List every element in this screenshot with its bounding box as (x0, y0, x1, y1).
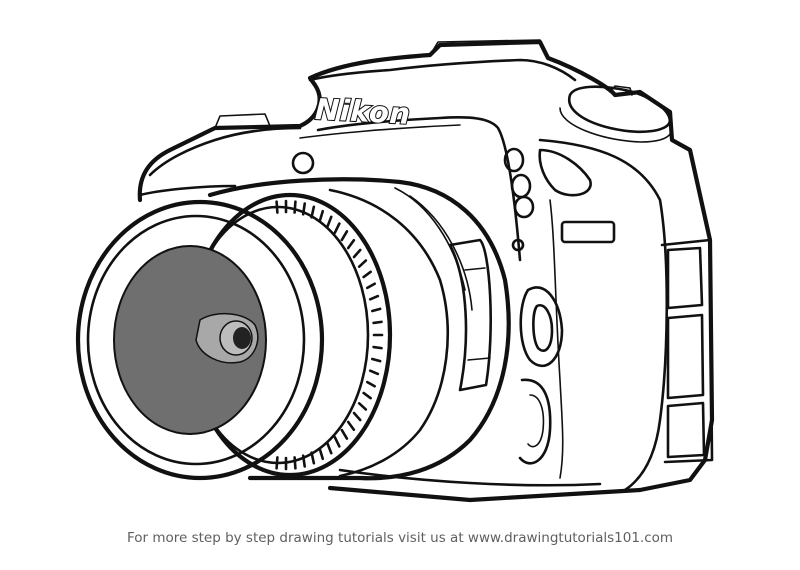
focus-ring-rib (362, 270, 372, 279)
focus-ring-rib (293, 200, 297, 214)
camera-brand-logo: Nikon (313, 91, 412, 132)
camera-drawing: Nikon (0, 0, 800, 566)
focus-ring-rib (366, 380, 376, 388)
af-assist-lamp (291, 151, 315, 175)
focus-ring-rib (333, 222, 341, 235)
focus-ring-rib (346, 420, 356, 432)
lens-aperture-core (233, 327, 251, 349)
left-shoulder (148, 126, 302, 177)
focus-ring-rib (371, 307, 382, 313)
focus-ring-rib (310, 451, 316, 465)
focus-ring-rib (357, 259, 368, 268)
focus-ring-rib (366, 282, 376, 290)
rear-panel-slots (666, 246, 706, 459)
focus-ring-rib (340, 428, 349, 440)
focus-ring-rib (357, 402, 368, 411)
flash-hump (308, 58, 577, 82)
focus-ring-rib (301, 202, 307, 216)
focus-ring-rib (340, 230, 349, 242)
focus-ring-rib (352, 411, 362, 422)
lens-release-inner (532, 304, 554, 352)
grip-sensor (560, 220, 616, 244)
focus-ring-rib (318, 447, 325, 461)
front-button-2 (510, 173, 532, 199)
focus-ring-rib (371, 357, 382, 363)
focus-ring-rib (275, 456, 279, 470)
port-cover (518, 378, 552, 465)
focus-ring-rib (318, 209, 325, 223)
grip-outline (538, 148, 592, 197)
port-cover-inner (527, 394, 545, 448)
focus-ring-rib (293, 456, 297, 470)
focus-ring-rib (368, 369, 380, 376)
focus-ring-rib (275, 200, 279, 214)
front-button-3 (513, 195, 535, 219)
focus-ring-rib (372, 345, 383, 350)
focus-ring-rib (372, 320, 383, 325)
focus-ring-rib (326, 215, 333, 228)
camera-illustration (75, 39, 715, 503)
focus-ring-rib (333, 435, 341, 448)
lens-switch (448, 238, 492, 392)
focus-ring-rib (301, 454, 307, 468)
focus-ring-rib (368, 294, 380, 301)
footer-caption: For more step by step drawing tutorials … (126, 530, 674, 546)
focus-ring-rib (362, 391, 372, 400)
lens-switch-detail (464, 267, 491, 361)
focus-ring-rib (346, 238, 356, 250)
focus-ring-rib (310, 205, 316, 219)
focus-ring-rib (352, 248, 362, 259)
focus-ring-rib (326, 442, 333, 455)
